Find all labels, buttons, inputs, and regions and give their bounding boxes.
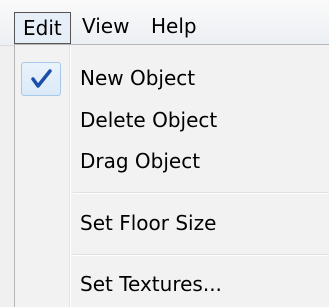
menu-edit[interactable]: Edit	[14, 12, 71, 44]
menu-item-label: Drag Object	[80, 149, 201, 173]
menu-help-label: Help	[151, 14, 197, 38]
menu-item-set-floor-size[interactable]: Set Floor Size	[80, 208, 216, 238]
menu-bar: Edit View Help	[0, 0, 329, 46]
checkmark-icon	[31, 69, 52, 88]
menu-help[interactable]: Help	[145, 12, 203, 40]
menu-item-label: Set Textures...	[80, 272, 222, 296]
menu-view[interactable]: View	[76, 12, 135, 40]
menu-item-set-textures[interactable]: Set Textures...	[80, 269, 222, 299]
menu-gutter-divider	[69, 45, 71, 307]
menu-view-label: View	[82, 14, 130, 38]
menu-edit-label: Edit	[23, 16, 62, 40]
menu-item-drag-object[interactable]: Drag Object	[80, 146, 200, 176]
menu-separator	[73, 192, 328, 194]
checkmark-highlight	[21, 62, 61, 96]
menu-item-delete-object[interactable]: Delete Object	[80, 105, 217, 135]
menu-item-label: Delete Object	[80, 108, 218, 132]
edit-dropdown-menu: New Object Delete Object Drag Object Set…	[14, 44, 329, 307]
menu-separator	[73, 254, 328, 256]
menu-item-new-object[interactable]: New Object	[80, 63, 195, 93]
menu-item-label: Set Floor Size	[80, 211, 217, 235]
menu-item-label: New Object	[80, 66, 196, 90]
